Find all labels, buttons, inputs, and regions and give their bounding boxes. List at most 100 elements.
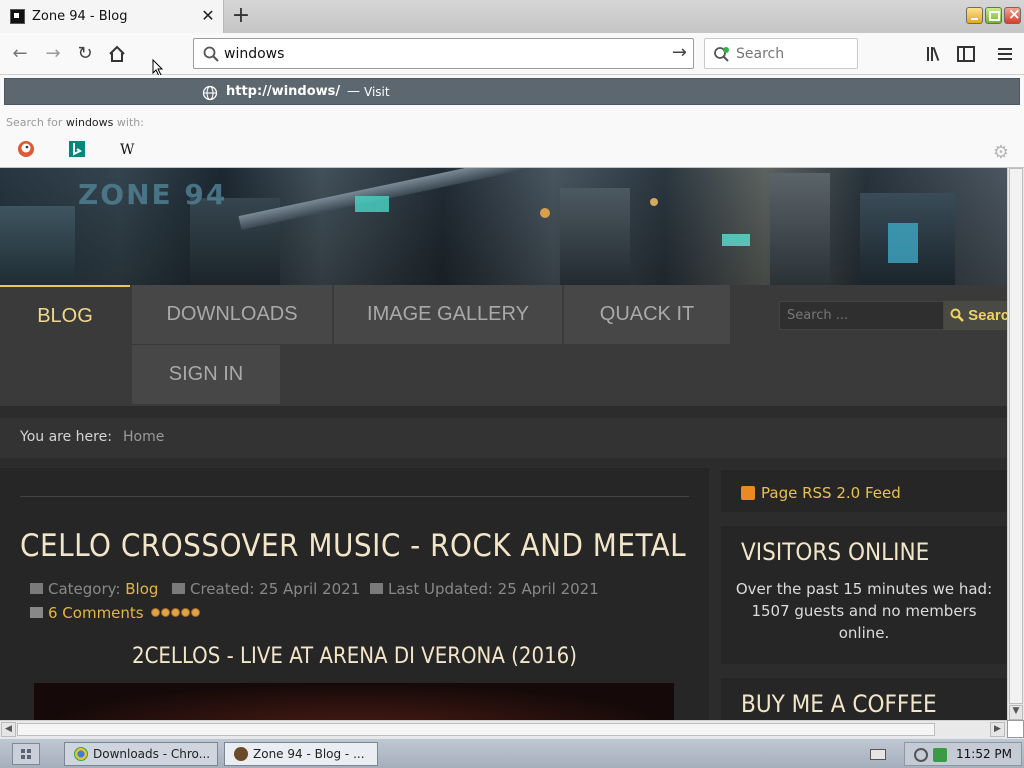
- horizontal-scrollbar[interactable]: ◀ ▶: [0, 720, 1007, 738]
- globe-icon: [202, 85, 218, 101]
- suggestion-dash: —: [347, 84, 360, 99]
- taskbar-item-label: Zone 94 - Blog - ...: [253, 747, 365, 761]
- article-subtitle: 2CELLOS - LIVE AT ARENA DI VERONA (2016): [132, 644, 577, 669]
- forward-icon[interactable]: →: [40, 41, 66, 67]
- chrome-icon: [74, 747, 88, 761]
- tab-title: Zone 94 - Blog: [32, 9, 128, 24]
- search-with-label: Search for windows with:: [6, 116, 144, 129]
- scroll-corner: [1007, 720, 1024, 738]
- library-icon[interactable]: [924, 43, 946, 65]
- star-icon: [181, 608, 190, 617]
- clock[interactable]: 11:52 PM: [956, 747, 1012, 761]
- category-link[interactable]: Blog: [125, 580, 158, 598]
- go-arrow-icon[interactable]: →: [672, 42, 687, 63]
- close-window-button[interactable]: [1004, 5, 1021, 24]
- start-menu-button[interactable]: [12, 743, 40, 765]
- site-search-button[interactable]: Search: [944, 301, 1007, 330]
- star-icon: [191, 608, 200, 617]
- article-title[interactable]: CELLO CROSSOVER MUSIC - ROCK AND METAL: [20, 528, 686, 564]
- taskbar-item-downloads[interactable]: Downloads - Chro...: [64, 742, 218, 766]
- rss-icon: [741, 486, 755, 500]
- scroll-left-icon[interactable]: ◀: [1, 722, 16, 737]
- folder-icon: [30, 583, 43, 594]
- search-settings-gear-icon[interactable]: ⚙: [993, 142, 1009, 163]
- breadcrumb: You are here: Home: [0, 418, 1007, 458]
- browser-icon: [234, 747, 248, 761]
- bing-icon[interactable]: [68, 140, 86, 158]
- coffee-title: BUY ME A COFFEE: [741, 690, 937, 718]
- star-icon: [161, 608, 170, 617]
- rating-stars[interactable]: [151, 608, 200, 618]
- site-search-icon: [950, 308, 964, 322]
- url-input[interactable]: [224, 44, 654, 64]
- tab-bar: Zone 94 - Blog ✕ +: [0, 0, 1024, 33]
- video-embed[interactable]: [34, 683, 674, 720]
- nav-item-downloads[interactable]: DOWNLOADS: [132, 285, 332, 344]
- update-icon[interactable]: [933, 748, 947, 762]
- start-grid-icon: [21, 749, 31, 759]
- divider: [20, 496, 689, 497]
- wikipedia-icon[interactable]: W: [119, 140, 137, 158]
- taskbar: Downloads - Chro... Zone 94 - Blog - ...…: [0, 738, 1024, 768]
- article-panel: CELLO CROSSOVER MUSIC - ROCK AND METAL C…: [0, 468, 709, 720]
- search-for-term: windows: [65, 116, 114, 129]
- site-banner: ZONE 94: [0, 168, 1007, 286]
- scroll-right-icon[interactable]: ▶: [990, 722, 1005, 737]
- maximize-button[interactable]: [985, 7, 1002, 24]
- updated-date: Last Updated: 25 April 2021: [388, 580, 599, 598]
- vertical-scroll-thumb[interactable]: [1009, 168, 1023, 704]
- calendar-edit-icon: [370, 583, 383, 594]
- system-tray: 11:52 PM: [904, 742, 1022, 766]
- url-bar[interactable]: →: [193, 38, 694, 69]
- search-box[interactable]: [704, 38, 858, 69]
- web-page: ZONE 94 BLOG DOWNLOADS IMAGE GALLERY QUA…: [0, 168, 1007, 720]
- vertical-scrollbar[interactable]: ▼: [1007, 168, 1024, 720]
- search-engine-icon: [714, 47, 729, 62]
- comments-count: 6 Comments: [48, 604, 144, 622]
- nav-item-image-gallery[interactable]: IMAGE GALLERY: [334, 285, 562, 344]
- nav-item-sign-in[interactable]: SIGN IN: [132, 345, 280, 404]
- horizontal-scroll-thumb[interactable]: [17, 723, 935, 736]
- site-search-input[interactable]: Search ...: [779, 301, 944, 330]
- back-icon[interactable]: ←: [7, 41, 33, 67]
- taskbar-item-label: Downloads - Chro...: [93, 747, 211, 761]
- visitors-online-box: VISITORS ONLINE Over the past 15 minutes…: [721, 526, 1007, 664]
- rss-feed-link[interactable]: Page RSS 2.0 Feed: [761, 484, 901, 502]
- search-input[interactable]: [736, 45, 851, 63]
- minimize-button[interactable]: [966, 7, 983, 24]
- nav-item-quack-it[interactable]: QUACK IT: [564, 285, 730, 344]
- buy-me-coffee-box: BUY ME A COFFEE: [721, 678, 1007, 720]
- suggestion-visit-label: Visit: [364, 85, 390, 99]
- site-search-button-label: Search: [968, 307, 1007, 324]
- tab-close-icon[interactable]: ✕: [199, 6, 217, 25]
- home-icon[interactable]: [104, 41, 130, 67]
- scroll-down-icon[interactable]: ▼: [1009, 705, 1023, 720]
- network-icon[interactable]: [914, 748, 928, 762]
- keyboard-icon[interactable]: [870, 749, 886, 760]
- visitors-text: Over the past 15 minutes we had: 1507 gu…: [735, 580, 993, 642]
- site-main-nav: BLOG DOWNLOADS IMAGE GALLERY QUACK IT SI…: [0, 285, 1007, 406]
- category-label: Category:: [48, 580, 121, 598]
- duckduckgo-icon[interactable]: [17, 140, 35, 158]
- breadcrumb-home: Home: [123, 429, 165, 445]
- site-logo[interactable]: ZONE 94: [78, 178, 227, 211]
- reload-icon[interactable]: ↻: [72, 41, 98, 67]
- comments-link[interactable]: 6 Comments: [30, 604, 144, 622]
- new-tab-icon[interactable]: +: [230, 3, 252, 28]
- suggestion-row[interactable]: http://windows/ — Visit: [4, 78, 1020, 105]
- url-suggestions-dropdown: http://windows/ — Visit Search for windo…: [0, 75, 1024, 168]
- star-icon: [171, 608, 180, 617]
- search-for-prefix: Search for: [6, 116, 63, 129]
- site-favicon-icon: [10, 9, 25, 24]
- window-controls: [966, 5, 1021, 24]
- nav-item-blog[interactable]: BLOG: [0, 285, 130, 344]
- svg-text:W: W: [120, 142, 135, 158]
- taskbar-item-zone94[interactable]: Zone 94 - Blog - ...: [224, 742, 378, 766]
- article-created: Created: 25 April 2021: [172, 580, 360, 598]
- calendar-icon: [172, 583, 185, 594]
- article-category: Category: Blog: [30, 580, 158, 598]
- visitors-title: VISITORS ONLINE: [741, 538, 930, 566]
- browser-tab[interactable]: Zone 94 - Blog ✕: [0, 0, 224, 33]
- menu-icon[interactable]: [994, 43, 1016, 65]
- sidebar-icon[interactable]: [955, 43, 977, 65]
